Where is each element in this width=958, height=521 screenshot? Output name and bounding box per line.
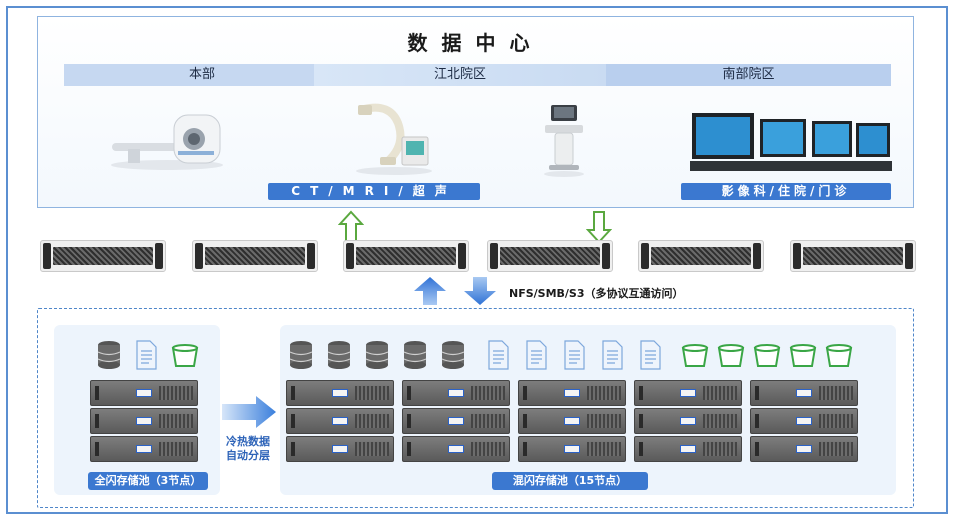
storage-node (286, 380, 394, 406)
database-icon (403, 341, 427, 369)
bucket-icon (171, 344, 199, 367)
storage-node (634, 380, 742, 406)
server-node (790, 240, 916, 272)
data-center-panel: 数据中心 本部 江北院区 南部院区 CT/MRI/超声 影像科/住院/门诊 (37, 16, 914, 208)
storage-node (90, 380, 198, 406)
storage-node (634, 436, 742, 462)
database-icon (365, 341, 389, 369)
modality-banner: CT/MRI/超声 (268, 183, 480, 200)
bucket-icon (789, 344, 817, 367)
bucket-icon (825, 344, 853, 367)
server-node (487, 240, 613, 272)
storage-node (402, 380, 510, 406)
storage-node (286, 436, 394, 462)
up-arrow-icon (414, 277, 446, 305)
storage-node (634, 408, 742, 434)
upload-arrow-icon (338, 210, 364, 243)
storage-node (402, 408, 510, 434)
server-node (343, 240, 469, 272)
down-arrow-icon (464, 277, 496, 305)
database-icon (327, 341, 351, 369)
download-arrow-icon (586, 211, 612, 244)
storage-node (518, 408, 626, 434)
c-arm-icon (356, 103, 432, 175)
server-node (40, 240, 166, 272)
protocol-label: NFS/SMB/S3（多协议互通访问） (509, 287, 684, 300)
database-icon (441, 341, 465, 369)
file-icon (136, 340, 157, 370)
ultrasound-icon (544, 105, 584, 177)
tiering-label-line1: 冷热数据 (226, 435, 270, 448)
file-icon (526, 340, 547, 370)
storage-node (750, 380, 858, 406)
campus-south: 南部院区 (606, 64, 891, 86)
server-node (192, 240, 318, 272)
hybrid-pool-label: 混闪存储池（15节点） (492, 472, 648, 490)
file-icon (488, 340, 509, 370)
tiering-label-line2: 自动分层 (226, 449, 270, 462)
storage-node (90, 436, 198, 462)
database-icon (289, 341, 313, 369)
file-icon (602, 340, 623, 370)
storage-node (518, 436, 626, 462)
all-flash-pool-label: 全闪存储池（3节点） (88, 472, 208, 490)
bucket-icon (681, 344, 709, 367)
database-icon (97, 341, 121, 369)
data-center-title: 数据中心 (407, 31, 544, 55)
bucket-icon (753, 344, 781, 367)
campus-jiangbei: 江北院区 (314, 64, 606, 86)
storage-node (750, 436, 858, 462)
storage-node (90, 408, 198, 434)
server-node (638, 240, 764, 272)
bucket-icon (717, 344, 745, 367)
file-icon (640, 340, 661, 370)
ct-scanner-icon (111, 114, 223, 170)
storage-node (750, 408, 858, 434)
storage-node (286, 408, 394, 434)
campus-main: 本部 (64, 64, 340, 86)
department-banner: 影像科/住院/门诊 (681, 183, 891, 200)
storage-node (402, 436, 510, 462)
tiering-arrow-icon (222, 396, 276, 428)
file-icon (564, 340, 585, 370)
monitor-workstation-icon (690, 113, 892, 171)
storage-node (518, 380, 626, 406)
tiering-label: 冷热数据 自动分层 (222, 435, 274, 463)
